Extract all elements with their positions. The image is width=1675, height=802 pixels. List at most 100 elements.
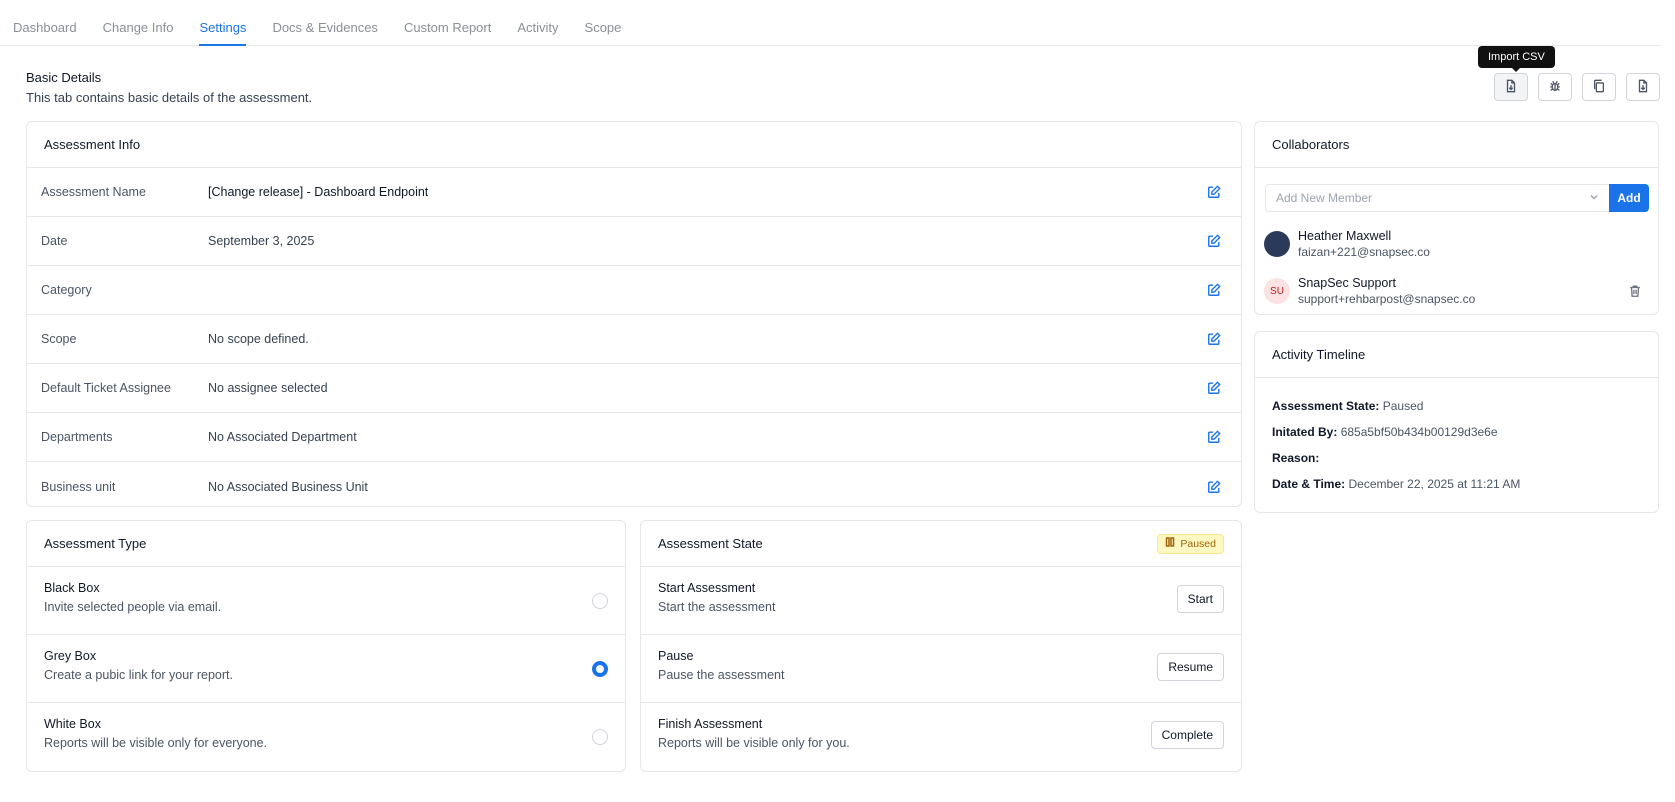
complete-button[interactable]: Complete [1150, 721, 1224, 749]
bug-button[interactable] [1538, 73, 1572, 101]
collaborator-name: Heather Maxwell [1298, 229, 1392, 243]
edit-icon[interactable] [1207, 381, 1221, 395]
avatar: SU [1264, 278, 1290, 304]
timeline-value: December 22, 2025 at 11:21 AM [1348, 477, 1521, 491]
tab-activity[interactable]: Activity [517, 20, 558, 45]
tab-custom-report[interactable]: Custom Report [404, 20, 491, 45]
state-description: Start the assessment [658, 600, 776, 614]
timeline-label: Reason: [1272, 451, 1320, 465]
status-badge: Paused [1157, 533, 1224, 554]
info-value: September 3, 2025 [208, 234, 315, 248]
info-label: Category [41, 283, 92, 297]
option-title: Grey Box [44, 649, 97, 663]
radio-white-box[interactable] [592, 729, 608, 745]
card-header: Collaborators [1255, 122, 1658, 168]
info-value: No scope defined. [208, 332, 309, 346]
trash-icon[interactable] [1628, 284, 1642, 298]
info-value: [Change release] - Dashboard Endpoint [208, 185, 429, 199]
tab-dashboard[interactable]: Dashboard [13, 20, 77, 45]
option-black-box[interactable]: Black Box Invite selected people via ema… [27, 567, 625, 635]
info-label: Business unit [41, 479, 116, 494]
timeline-state: Assessment State: Paused [1272, 399, 1423, 413]
state-description: Reports will be visible only for you. [658, 736, 850, 750]
tab-settings[interactable]: Settings [199, 20, 246, 46]
info-row-scope: Scope No scope defined. [27, 315, 1241, 364]
collaborator-email: faizan+221@snapsec.co [1298, 245, 1430, 259]
import-csv-tooltip: Import CSV [1478, 46, 1555, 72]
add-member-row: Add New Member Add [1265, 184, 1649, 212]
assessment-state-card: Assessment State Paused Start Assessment… [640, 520, 1242, 772]
timeline-label: Date & Time: [1272, 477, 1346, 491]
pause-icon [1165, 537, 1175, 550]
info-row-business-unit: Business unit No Associated Business Uni… [27, 462, 1241, 506]
timeline-value: Paused [1382, 399, 1424, 413]
timeline-initiated-by: Initated By: 685a5bf50b434b00129d3e6e [1272, 425, 1498, 439]
edit-icon[interactable] [1207, 479, 1221, 494]
option-description: Reports will be visible only for everyon… [44, 736, 268, 750]
collaborator-item: Heather Maxwell faizan+221@snapsec.co [1264, 229, 1650, 259]
collaborator-email: support+rehbarpost@snapsec.co [1298, 292, 1476, 306]
edit-icon[interactable] [1207, 234, 1221, 248]
timeline-value: 685a5bf50b434b00129d3e6e [1340, 425, 1498, 439]
page-title: Basic Details [26, 70, 102, 85]
edit-icon[interactable] [1207, 332, 1221, 346]
file-download-icon [1636, 79, 1650, 96]
resume-button[interactable]: Resume [1157, 653, 1224, 681]
toolbar [1494, 73, 1660, 101]
download-button[interactable] [1626, 73, 1660, 101]
info-row-departments: Departments No Associated Department [27, 413, 1241, 462]
info-value: No assignee selected [208, 381, 328, 395]
tab-scope[interactable]: Scope [585, 20, 622, 45]
page-description: This tab contains basic details of the a… [26, 90, 313, 105]
tab-docs-evidences[interactable]: Docs & Evidences [272, 20, 378, 45]
state-title: Finish Assessment [658, 717, 763, 731]
chevron-down-icon [1589, 191, 1599, 205]
start-button[interactable]: Start [1176, 585, 1224, 613]
bug-icon [1548, 79, 1562, 96]
edit-icon[interactable] [1207, 283, 1221, 297]
collaborator-item: SU SnapSec Support support+rehbarpost@sn… [1264, 276, 1650, 306]
option-description: Invite selected people via email. [44, 600, 222, 614]
status-badge-label: Paused [1180, 537, 1216, 550]
info-row-default-ticket-assignee: Default Ticket Assignee No assignee sele… [27, 364, 1241, 413]
edit-icon[interactable] [1207, 430, 1221, 444]
option-white-box[interactable]: White Box Reports will be visible only f… [27, 703, 625, 771]
state-row-pause: Pause Pause the assessment Resume [641, 635, 1241, 703]
file-import-icon [1504, 79, 1518, 96]
tab-bar: Dashboard Change Info Settings Docs & Ev… [0, 0, 1660, 46]
info-row-assessment-name: Assessment Name [Change release] - Dashb… [27, 168, 1241, 217]
info-label: Default Ticket Assignee [41, 381, 171, 395]
radio-black-box[interactable] [592, 593, 608, 609]
option-title: Black Box [44, 581, 100, 595]
copy-button[interactable] [1582, 73, 1616, 101]
edit-icon[interactable] [1207, 185, 1221, 199]
option-grey-box[interactable]: Grey Box Create a pubic link for your re… [27, 635, 625, 703]
info-label: Scope [41, 332, 77, 346]
radio-grey-box[interactable] [592, 661, 608, 677]
card-title: Assessment State [658, 536, 763, 551]
card-title: Activity Timeline [1272, 347, 1366, 362]
card-title: Assessment Type [44, 536, 147, 551]
info-value: No Associated Business Unit [208, 479, 368, 494]
import-csv-button[interactable] [1494, 73, 1528, 101]
add-member-placeholder: Add New Member [1276, 191, 1373, 205]
state-row-finish: Finish Assessment Reports will be visibl… [641, 703, 1241, 771]
timeline-datetime: Date & Time: December 22, 2025 at 11:21 … [1272, 477, 1520, 491]
add-member-select[interactable]: Add New Member [1265, 184, 1609, 212]
card-header: Activity Timeline [1255, 332, 1658, 378]
card-title: Collaborators [1272, 137, 1350, 152]
timeline-label: Initated By: [1272, 425, 1338, 439]
tab-change-info[interactable]: Change Info [103, 20, 174, 45]
add-member-button[interactable]: Add [1609, 184, 1649, 212]
option-title: White Box [44, 717, 101, 731]
state-title: Start Assessment [658, 581, 756, 595]
card-header: Assessment Info [27, 122, 1241, 168]
card-header: Assessment Type [27, 521, 625, 567]
card-title: Assessment Info [44, 137, 141, 152]
option-description: Create a pubic link for your report. [44, 668, 233, 682]
card-header: Assessment State Paused [641, 521, 1241, 567]
assessment-type-card: Assessment Type Black Box Invite selecte… [26, 520, 626, 772]
info-row-date: Date September 3, 2025 [27, 217, 1241, 266]
state-row-start: Start Assessment Start the assessment St… [641, 567, 1241, 635]
assessment-info-card: Assessment Info Assessment Name [Change … [26, 121, 1242, 507]
